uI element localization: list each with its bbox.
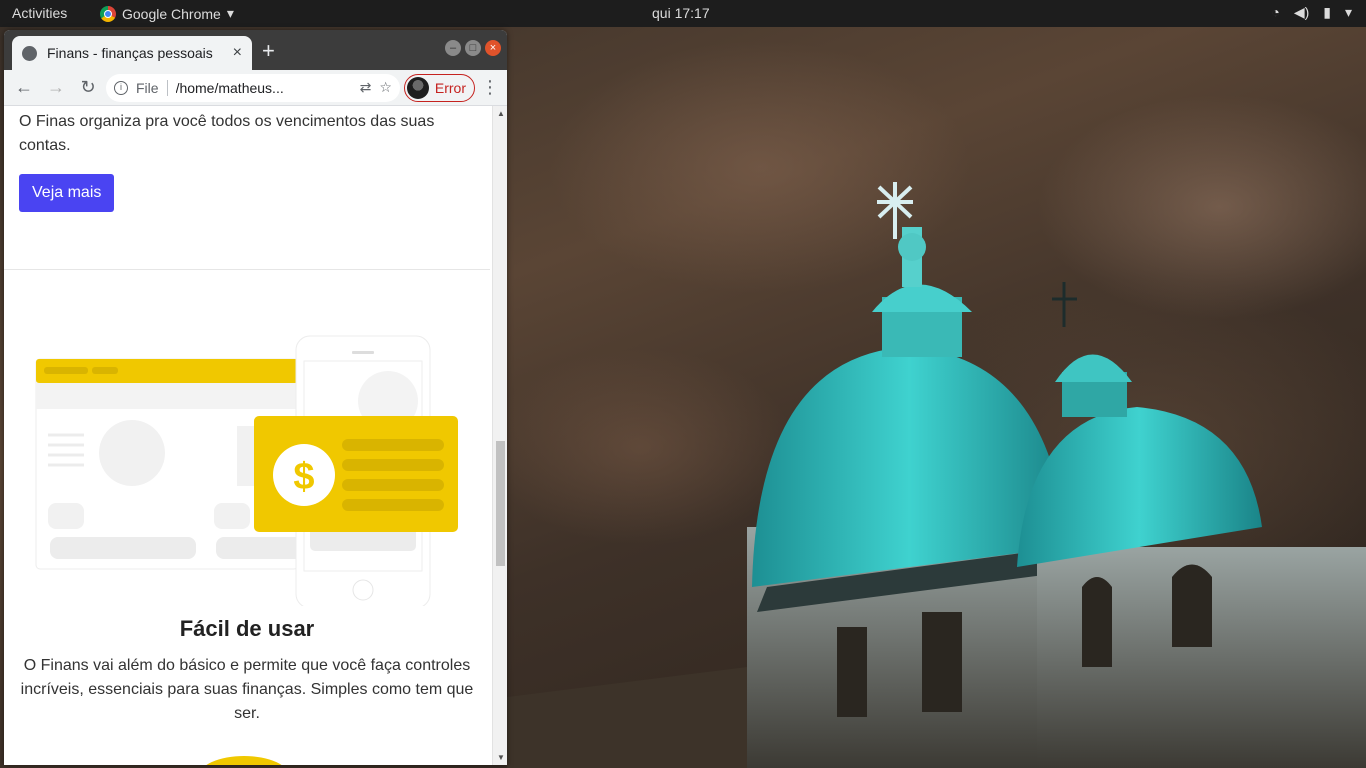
- globe-icon: [22, 45, 37, 61]
- new-tab-button[interactable]: +: [262, 38, 275, 64]
- address-bar[interactable]: i File /home/matheus... ⇄ ☆: [106, 73, 400, 102]
- forward-button[interactable]: →: [42, 74, 70, 102]
- intro-text: O Finas organiza pra você todos os venci…: [19, 113, 435, 154]
- page-scrollbar[interactable]: ▲ ▼: [492, 106, 507, 765]
- veja-mais-button[interactable]: Veja mais: [19, 174, 115, 212]
- reload-button[interactable]: ↻: [74, 74, 102, 102]
- dollar-icon: $: [293, 456, 314, 498]
- app-menu[interactable]: Google Chrome ▾: [100, 5, 234, 22]
- page-viewport: O Finas organiza pra você todos os venci…: [4, 106, 507, 765]
- feature-description: O Finans vai além do básico e permite qu…: [20, 657, 474, 722]
- wifi-icon: ◔: [1271, 4, 1280, 20]
- ubuntu-top-bar: Activities Google Chrome ▾ qui 17:17 ◔ ◀…: [0, 0, 1366, 27]
- scrollbar-thumb[interactable]: [496, 441, 505, 566]
- scroll-down-icon[interactable]: ▼: [497, 753, 505, 762]
- section-divider: [4, 269, 490, 270]
- minimize-button[interactable]: –: [445, 40, 461, 56]
- info-icon[interactable]: i: [114, 80, 128, 95]
- close-window-button[interactable]: ×: [485, 40, 501, 56]
- activities-button[interactable]: Activities: [12, 5, 67, 21]
- window-controls: – □ ×: [445, 40, 501, 56]
- error-label: Error: [434, 79, 466, 96]
- profile-error-button[interactable]: Error: [403, 73, 475, 102]
- tab-strip: Finans - finanças pessoais × + – □ ×: [4, 30, 507, 70]
- url-scheme: File: [136, 79, 168, 96]
- chevron-down-icon: ▾: [226, 5, 234, 21]
- maximize-button[interactable]: □: [465, 40, 481, 56]
- clock[interactable]: qui 17:17: [652, 5, 710, 21]
- volume-icon: ◀): [1293, 4, 1310, 20]
- next-section-illustration: [199, 756, 289, 765]
- chrome-window: Finans - finanças pessoais × + – □ × ← →…: [4, 30, 507, 765]
- tab-title: Finans - finanças pessoais: [47, 45, 213, 61]
- translate-icon[interactable]: ⇄: [360, 79, 372, 96]
- close-tab-icon[interactable]: ×: [233, 44, 242, 62]
- cathedral-wallpaper-image: [507, 182, 1366, 768]
- tab-finans[interactable]: Finans - finanças pessoais ×: [12, 36, 252, 70]
- battery-icon: ▮: [1323, 4, 1331, 20]
- power-menu-icon: ▾: [1344, 4, 1352, 20]
- dashboard-illustration: $: [35, 335, 458, 606]
- page-content: O Finas organiza pra você todos os venci…: [4, 106, 490, 765]
- app-name: Google Chrome: [122, 5, 221, 22]
- chrome-icon: [100, 5, 116, 22]
- bookmark-star-icon[interactable]: ☆: [379, 79, 392, 96]
- browser-toolbar: ← → ↻ i File /home/matheus... ⇄ ☆ Error …: [4, 70, 507, 106]
- system-tray[interactable]: ◔ ◀) ▮ ▾: [1271, 4, 1352, 21]
- scroll-up-icon[interactable]: ▲: [497, 109, 505, 118]
- avatar: [406, 76, 429, 99]
- url-text[interactable]: /home/matheus...: [176, 80, 352, 96]
- back-button[interactable]: ←: [10, 74, 38, 102]
- chrome-menu-icon[interactable]: ⋮: [479, 77, 501, 98]
- feature-title: Fácil de usar: [179, 616, 315, 641]
